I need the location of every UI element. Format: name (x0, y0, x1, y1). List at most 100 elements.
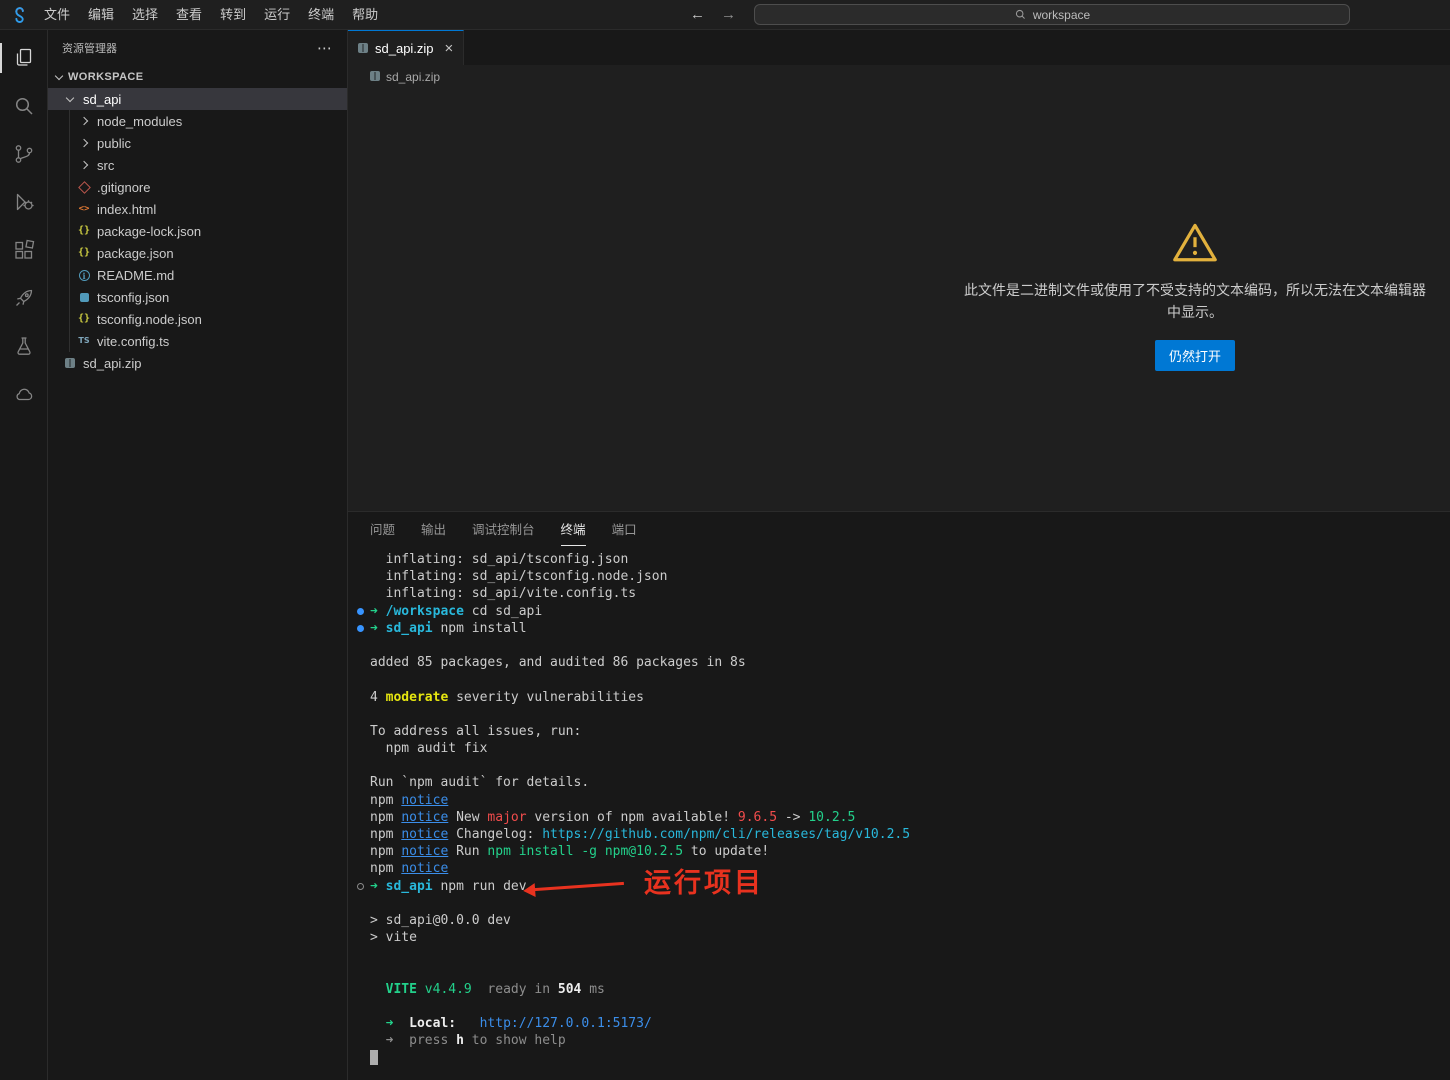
terminal-line: npm audit fix (370, 740, 1450, 757)
tree-item-label: src (97, 158, 114, 173)
activity-flask[interactable] (0, 322, 48, 370)
tree-item-tsconfig-json[interactable]: tsconfig.json (48, 286, 347, 308)
tree-item-label: tsconfig.node.json (97, 312, 202, 327)
forward-icon[interactable]: → (721, 6, 736, 23)
source-control-icon (12, 142, 36, 166)
activity-search[interactable] (0, 82, 48, 130)
menu-view[interactable]: 查看 (167, 0, 211, 29)
menu-edit[interactable]: 编辑 (79, 0, 123, 29)
workspace-section-header[interactable]: WORKSPACE (48, 66, 347, 88)
menu-terminal[interactable]: 终端 (299, 0, 343, 29)
zip-file-icon (62, 358, 78, 368)
more-actions-icon[interactable]: ⋯ (317, 39, 333, 57)
activity-extensions[interactable] (0, 226, 48, 274)
activity-cloud[interactable] (0, 370, 48, 418)
json-file-icon: {} (76, 226, 92, 236)
panel-tab-output[interactable]: 输出 (421, 512, 446, 546)
command-center-label: workspace (1033, 8, 1090, 22)
menu-go[interactable]: 转到 (211, 0, 255, 29)
menu-bar: 文件编辑选择查看转到运行终端帮助 (35, 0, 387, 29)
json-file-icon: {} (76, 248, 92, 258)
terminal-content[interactable]: inflating: sd_api/tsconfig.json inflatin… (348, 546, 1450, 1067)
close-icon[interactable]: × (445, 41, 454, 56)
breadcrumb[interactable]: sd_api.zip (348, 65, 1450, 88)
activity-bar (0, 30, 48, 1080)
tree-item-label: tsconfig.json (97, 290, 169, 305)
tree-item-label: node_modules (97, 114, 182, 129)
zip-file-icon (358, 41, 368, 56)
activity-source-control[interactable] (0, 130, 48, 178)
terminal-line: npm notice (370, 860, 1450, 877)
terminal-line: Run `npm audit` for details. (370, 774, 1450, 791)
command-running-decoration[interactable] (357, 883, 364, 890)
tab-label: sd_api.zip (375, 41, 434, 56)
explorer-sidebar: 资源管理器 ⋯ WORKSPACE sd_api node_modulespubl… (48, 30, 348, 1080)
terminal-line (370, 637, 1450, 654)
terminal-line (370, 757, 1450, 774)
terminal-line: > vite (370, 929, 1450, 946)
menu-selection[interactable]: 选择 (123, 0, 167, 29)
menu-help[interactable]: 帮助 (343, 0, 387, 29)
terminal-line: ➜ Local: http://127.0.0.1:5173/ (370, 1015, 1450, 1032)
chevron-right-icon (76, 162, 92, 168)
search-icon (1014, 8, 1027, 21)
terminal-link[interactable]: http://127.0.0.1:5173/ (480, 1016, 652, 1031)
tree-item-gitignore[interactable]: .gitignore (48, 176, 347, 198)
breadcrumb-label: sd_api.zip (386, 70, 440, 84)
menu-run[interactable]: 运行 (255, 0, 299, 29)
tree-item-label: package.json (97, 246, 174, 261)
app-logo (10, 5, 29, 24)
terminal-line: inflating: sd_api/tsconfig.json (370, 551, 1450, 568)
command-decoration[interactable] (357, 625, 364, 632)
history-navigation: ← → (690, 0, 736, 29)
tree-item-tsconfig-node-json[interactable]: {}tsconfig.node.json (48, 308, 347, 330)
tree-item-vite-config-ts[interactable]: TSvite.config.ts (48, 330, 347, 352)
git-file-icon (76, 183, 92, 192)
terminal-line (370, 706, 1450, 723)
terminal-line (370, 998, 1450, 1015)
terminal-link[interactable]: https://github.com/npm/cli/releases/tag/… (542, 827, 910, 842)
terminal-line (370, 671, 1450, 688)
tree-item-label: sd_api (83, 92, 121, 107)
tab-sd-api-zip[interactable]: sd_api.zip × (348, 30, 464, 65)
terminal-line: npm notice Run npm install -g npm@10.2.5… (370, 843, 1450, 860)
editor-pane: 此文件是二进制文件或使用了不受支持的文本编码，所以无法在文本编辑器中显示。 仍然… (348, 88, 1450, 511)
search-icon (12, 94, 36, 118)
chevron-right-icon (76, 140, 92, 146)
tree-item-node-modules[interactable]: node_modules (48, 110, 347, 132)
tree-item-package-json[interactable]: {} package.json (48, 242, 347, 264)
chevron-down-icon (62, 97, 78, 101)
tree-item-label: sd_api.zip (83, 356, 142, 371)
panel-tab-problems[interactable]: 问题 (370, 512, 395, 546)
indent-guide (69, 110, 70, 352)
zip-file-icon (370, 70, 380, 84)
tree-item-sd-api-zip[interactable]: sd_api.zip (48, 352, 347, 374)
editor-group: sd_api.zip × sd_api.zip (348, 30, 1450, 1080)
panel-tab-debug-console[interactable]: 调试控制台 (472, 512, 535, 546)
tree-item-label: index.html (97, 202, 156, 217)
menu-file[interactable]: 文件 (35, 0, 79, 29)
cloud-icon (12, 382, 36, 406)
tree-item-public[interactable]: public (48, 132, 347, 154)
command-center[interactable]: workspace (754, 4, 1350, 25)
tree-item-src[interactable]: src (48, 154, 347, 176)
readme-file-icon: i (76, 270, 92, 281)
activity-rocket[interactable] (0, 274, 48, 322)
panel-tab-bar: 问题输出调试控制台终端端口 (348, 512, 1450, 546)
activity-run-debug[interactable] (0, 178, 48, 226)
title-bar: 文件编辑选择查看转到运行终端帮助 ← → workspace (0, 0, 1450, 30)
terminal-line: added 85 packages, and audited 86 packag… (370, 654, 1450, 671)
command-decoration[interactable] (357, 608, 364, 615)
terminal-line: ➜ sd_api npm run dev运行项目 (370, 878, 1450, 895)
panel-tab-terminal[interactable]: 终端 (561, 512, 586, 546)
tree-item-index-html[interactable]: <>index.html (48, 198, 347, 220)
tree-item-readme-md[interactable]: iREADME.md (48, 264, 347, 286)
panel-tab-ports[interactable]: 端口 (612, 512, 637, 546)
open-anyway-button[interactable]: 仍然打开 (1155, 340, 1235, 371)
activity-explorer[interactable] (0, 34, 48, 82)
back-icon[interactable]: ← (690, 6, 705, 23)
tree-item-sd-api[interactable]: sd_api (48, 88, 347, 110)
vscode-window: 文件编辑选择查看转到运行终端帮助 ← → workspace 资源管理器 ⋯ W… (0, 0, 1450, 1080)
tree-item-package-lock-json[interactable]: {}package-lock.json (48, 220, 347, 242)
sidebar-title: 资源管理器 (62, 40, 317, 56)
